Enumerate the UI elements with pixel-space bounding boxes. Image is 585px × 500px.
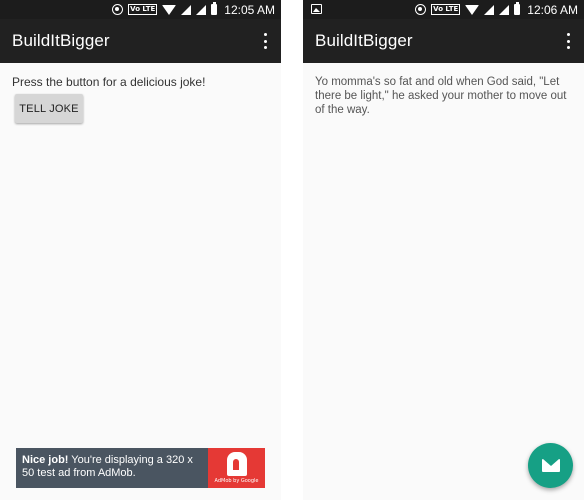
status-time: 12:05 AM (224, 2, 275, 17)
status-bar: Vo LTE 12:05 AM (0, 0, 281, 19)
screenshot-stage: Vo LTE 12:05 AM BuildItBigger Press the … (0, 0, 585, 500)
status-time: 12:06 AM (527, 2, 578, 17)
ad-bold-text: Nice job! (22, 454, 69, 466)
more-vert-icon[interactable] (562, 33, 574, 49)
image-notification-icon (311, 4, 322, 14)
admob-caption: AdMob by Google (214, 478, 259, 484)
admob-logo: AdMob by Google (208, 448, 265, 488)
app-toolbar: BuildItBigger (303, 19, 584, 63)
data-saver-icon (415, 4, 427, 15)
wifi-icon (465, 4, 480, 15)
signal-icon (181, 4, 192, 15)
main-content: Press the button for a delicious joke! T… (0, 63, 281, 135)
wifi-icon (162, 4, 177, 15)
app-title: BuildItBigger (315, 31, 413, 50)
tell-joke-button[interactable]: TELL JOKE (15, 94, 83, 123)
joke-activity-screen: Vo LTE 12:06 AM BuildItBigger Yo momma's… (303, 0, 584, 500)
main-activity-screen: Vo LTE 12:05 AM BuildItBigger Press the … (0, 0, 281, 500)
status-bar: Vo LTE 12:06 AM (303, 0, 584, 19)
instructions-text: Press the button for a delicious joke! (12, 75, 206, 89)
signal-icon-2 (499, 4, 510, 15)
volte-icon: Vo LTE (128, 4, 158, 15)
share-fab[interactable] (528, 443, 573, 488)
battery-icon (514, 2, 521, 15)
admob-logo-icon (226, 452, 247, 476)
volte-icon: Vo LTE (431, 4, 461, 15)
data-saver-icon (112, 4, 124, 15)
admob-banner[interactable]: Nice job! You're displaying a 320 x 50 t… (16, 448, 265, 488)
app-toolbar: BuildItBigger (0, 19, 281, 63)
signal-icon (484, 4, 495, 15)
email-icon (541, 459, 560, 472)
ad-text: Nice job! You're displaying a 320 x 50 t… (16, 448, 208, 488)
signal-icon-2 (196, 4, 207, 15)
more-vert-icon[interactable] (259, 33, 271, 49)
app-title: BuildItBigger (12, 31, 110, 50)
joke-text: Yo momma's so fat and old when God said,… (315, 76, 567, 116)
battery-icon (211, 2, 218, 15)
